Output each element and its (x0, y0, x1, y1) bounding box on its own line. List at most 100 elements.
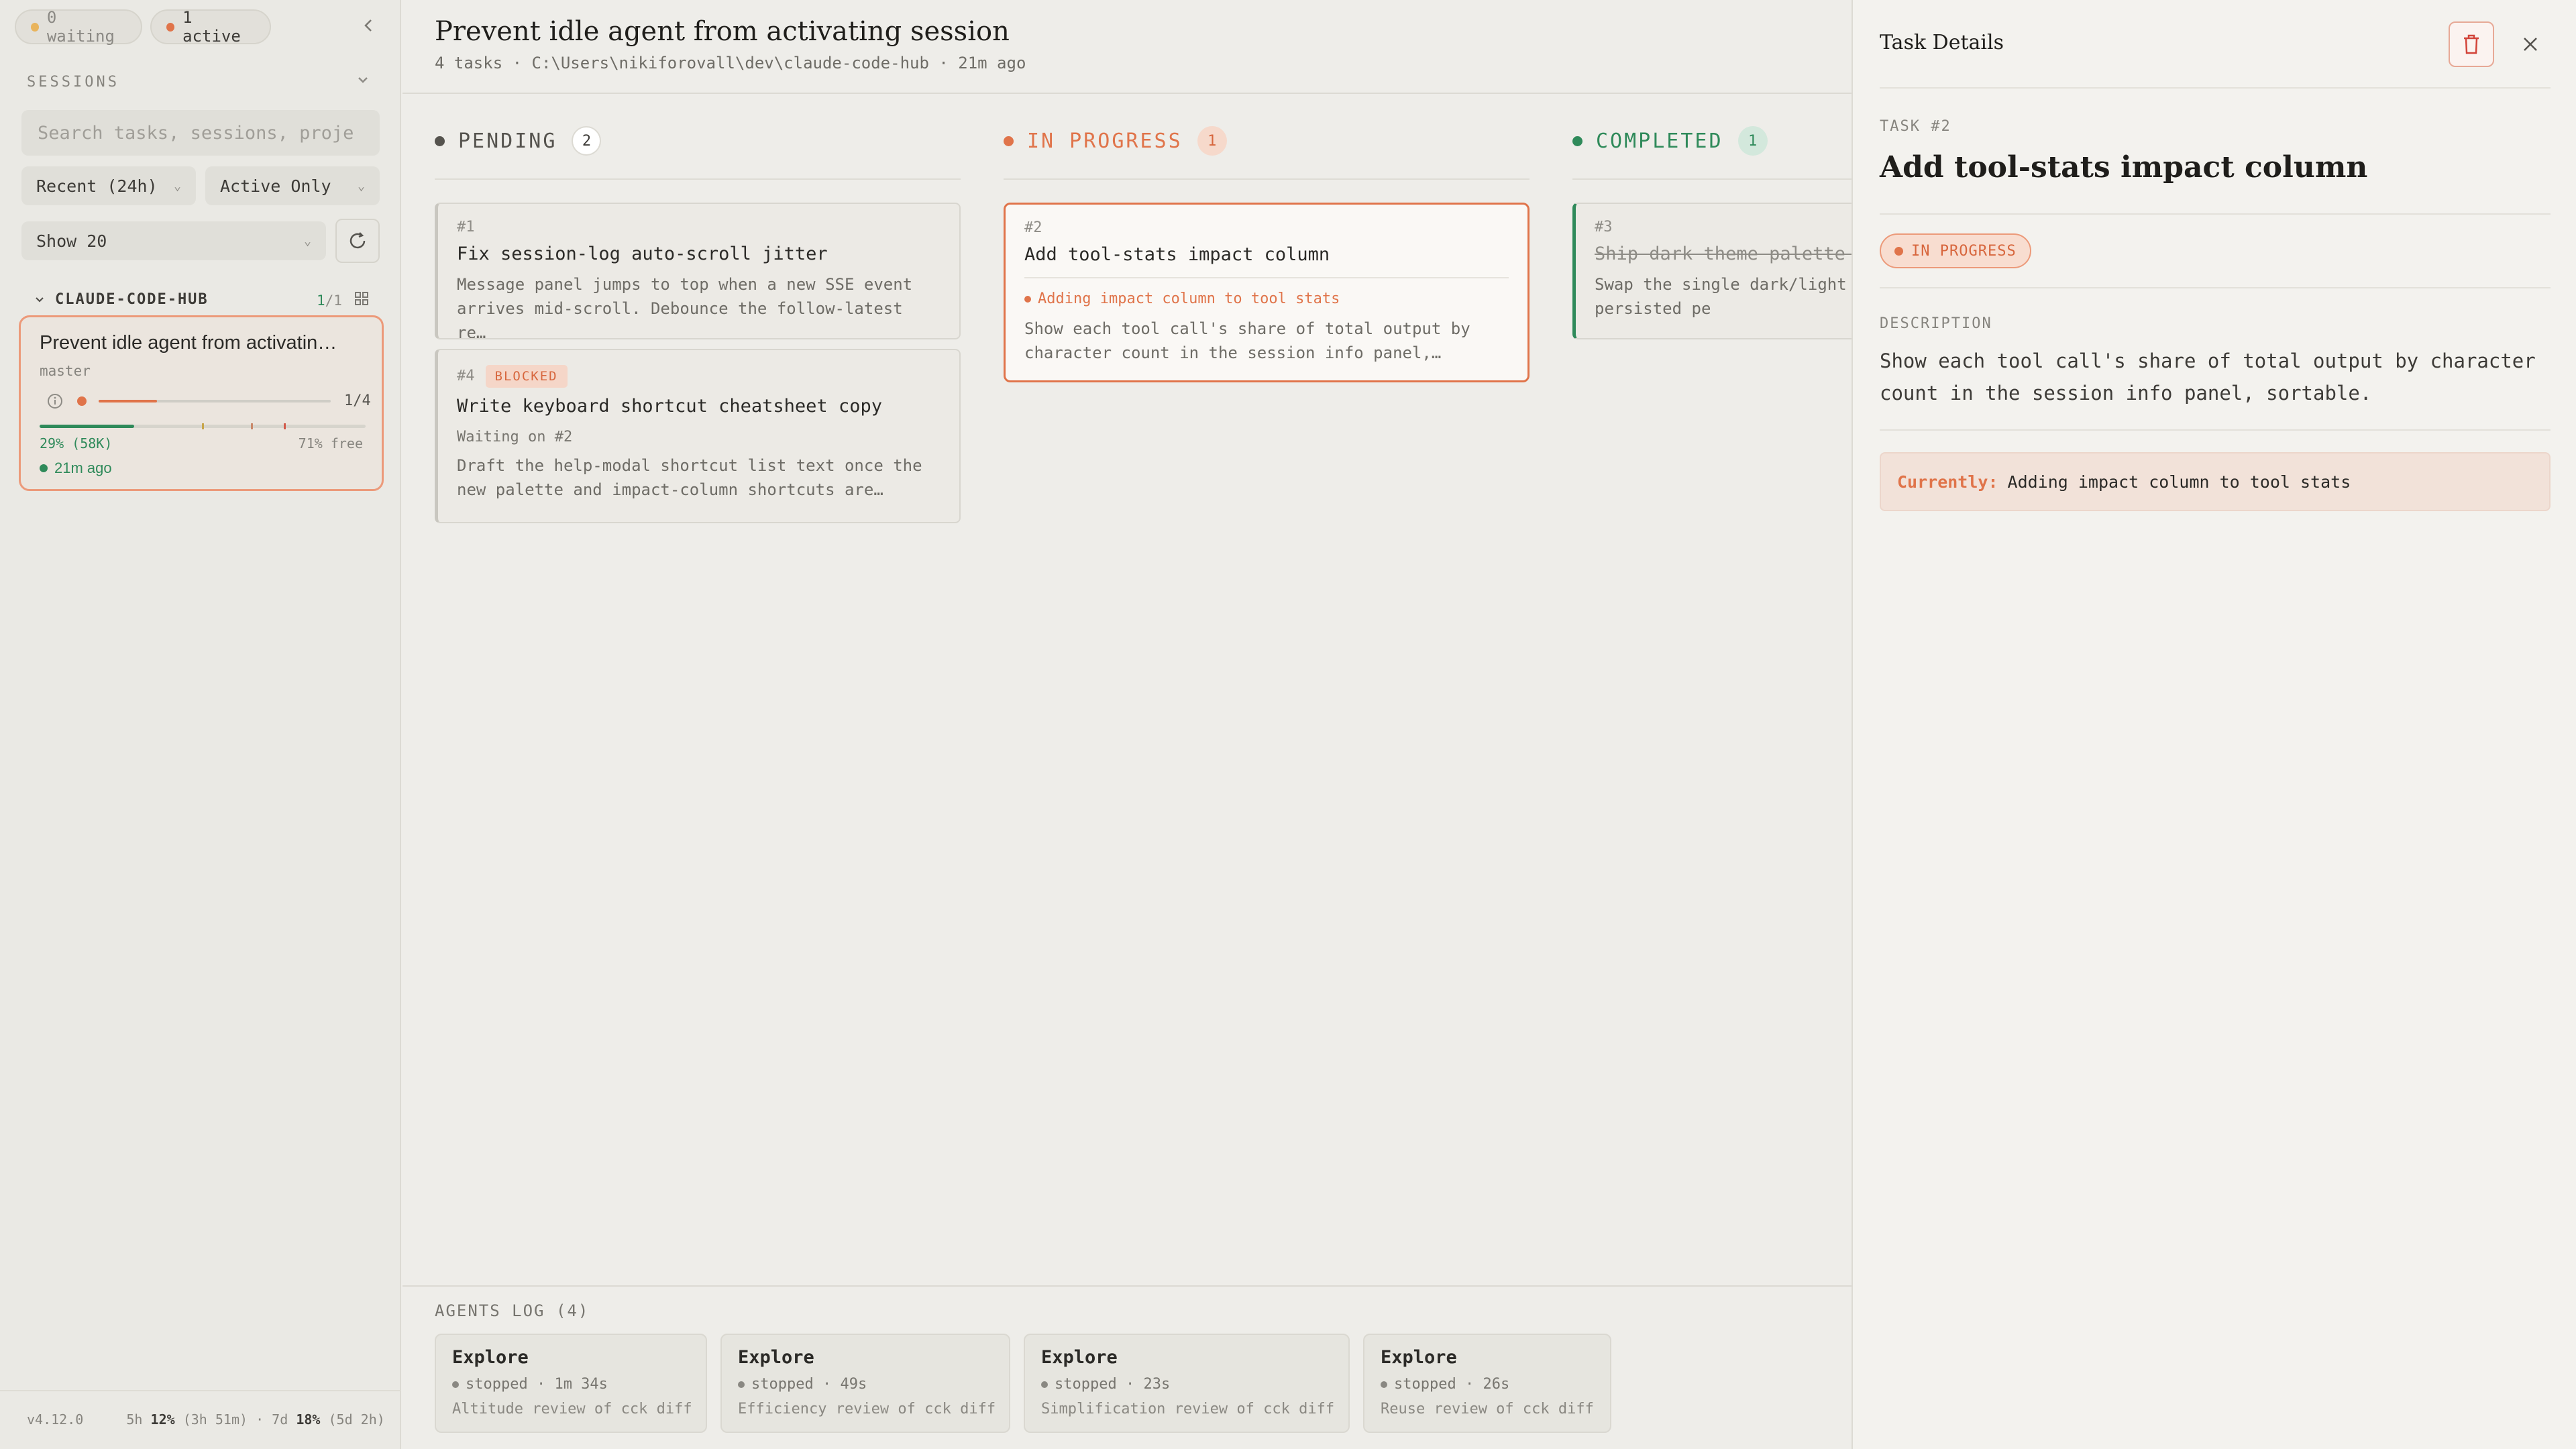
waiting-dot-icon (31, 22, 39, 32)
agent-state-text: stopped · 23s (1055, 1376, 1171, 1393)
agent-state: stopped · 1m 34s (452, 1376, 690, 1393)
task-number: #4 (457, 368, 475, 384)
agent-card[interactable]: Explore stopped · 49s Efficiency review … (720, 1334, 1010, 1433)
delete-task-button[interactable] (2449, 21, 2494, 67)
activity-dot-icon (1024, 295, 1031, 303)
task-description: Draft the help-modal shortcut list text … (457, 456, 922, 499)
task-card[interactable]: #1 Fix session-log auto-scroll jitter Me… (435, 203, 961, 339)
close-panel-button[interactable] (2517, 31, 2544, 58)
task-activity-text: Adding impact column to tool stats (1038, 290, 1340, 307)
agent-state: stopped · 26s (1381, 1376, 1594, 1393)
grid-view-button[interactable] (354, 291, 369, 309)
column-header-pending: PENDING 2 (435, 126, 602, 156)
agent-state: stopped · 23s (1041, 1376, 1332, 1393)
usage-5h-reset: (3h 51m) (182, 1411, 248, 1428)
activity-filter-value: Active Only (220, 176, 331, 196)
column-header-in-progress: IN PROGRESS 1 (1004, 126, 1227, 156)
details-heading: Task Details (1880, 31, 2004, 54)
task-card[interactable]: #4 BLOCKED Write keyboard shortcut cheats… (435, 349, 961, 523)
page-header: Prevent idle agent from activating sessi… (402, 0, 1851, 94)
waiting-count: 0 waiting (46, 8, 115, 46)
stopped-dot-icon (1041, 1381, 1048, 1388)
details-divider (1880, 287, 2551, 288)
stopped-dot-icon (1381, 1381, 1387, 1388)
search-input[interactable]: Search tasks, sessions, proje (21, 110, 380, 156)
agent-card[interactable]: Explore stopped · 1m 34s Altitude review… (435, 1334, 707, 1433)
stopped-dot-icon (738, 1381, 745, 1388)
agent-name: Explore (1381, 1347, 1457, 1368)
currently-value: Adding impact column to tool stats (2007, 472, 2351, 492)
agent-state-text: stopped · 49s (751, 1376, 867, 1393)
agent-state-text: stopped · 26s (1394, 1376, 1510, 1393)
agent-task: Reuse review of cck diff (1381, 1401, 1594, 1417)
show-count-select[interactable]: Show 20 ⌄ (21, 221, 326, 260)
task-title: Fix session-log auto-scroll jitter (457, 244, 828, 264)
pending-dot-icon (435, 136, 445, 146)
grid-icon (355, 292, 368, 305)
context-usage-fill (40, 425, 134, 428)
agent-name: Explore (738, 1347, 814, 1368)
task-title: Add tool-stats impact column (1024, 244, 1330, 265)
task-label: TASK #2 (1880, 118, 1951, 135)
agent-card[interactable]: Explore stopped · 26s Reuse review of cc… (1363, 1334, 1611, 1433)
task-description-full: Show each tool call's share of total out… (1880, 350, 2536, 405)
task-number: #1 (457, 219, 475, 235)
agents-log-label: AGENTS LOG (4) (435, 1301, 590, 1320)
details-divider (1880, 87, 2551, 89)
refresh-button[interactable] (335, 219, 380, 263)
app-version: v4.12.0 (27, 1411, 84, 1428)
close-icon (2524, 38, 2537, 51)
project-session-count: 1/1 (317, 292, 342, 309)
active-count: 1 active (182, 8, 241, 46)
task-detail-title: Add tool-stats impact column (1880, 150, 2368, 184)
card-divider (1024, 277, 1509, 278)
sessions-label: SESSIONS (27, 74, 119, 91)
show-count-value: Show 20 (36, 231, 107, 251)
completed-dot-icon (1572, 136, 1582, 146)
task-card-active[interactable]: #2 Add tool-stats impact column Adding i… (1004, 203, 1529, 382)
details-divider (1880, 213, 2551, 215)
context-marker (202, 423, 204, 429)
column-count: 1 (1737, 126, 1768, 156)
activity-filter-select[interactable]: Active Only ⌄ (205, 166, 380, 205)
column-label: IN PROGRESS (1027, 129, 1183, 153)
session-time: 21m ago (40, 460, 112, 477)
chevron-down-icon: ⌄ (304, 233, 311, 248)
session-active-dot (40, 464, 48, 472)
agents-log: AGENTS LOG (4) Explore stopped · 1m 34s … (402, 1285, 1851, 1449)
context-marker (284, 423, 286, 429)
agent-name: Explore (452, 1347, 529, 1368)
status-badge-text: IN PROGRESS (1911, 242, 2017, 260)
active-status-pill[interactable]: 1 active (150, 8, 271, 46)
session-card[interactable]: Prevent idle agent from activatin… maste… (19, 315, 384, 491)
active-dot-icon (166, 22, 175, 32)
task-progress-label: 1/4 (344, 392, 371, 409)
usage-7d-label: 7d (272, 1411, 288, 1428)
project-group-header[interactable]: CLAUDE-CODE-HUB (34, 291, 209, 308)
task-title: Write keyboard shortcut cheatsheet copy (457, 396, 882, 417)
waiting-status-pill[interactable]: 0 waiting (15, 8, 142, 46)
context-usage-track (40, 423, 366, 429)
collapse-sidebar-button[interactable] (357, 13, 381, 38)
task-progress-fill (99, 400, 157, 402)
column-divider (435, 178, 961, 180)
time-range-select[interactable]: Recent (24h) ⌄ (21, 166, 196, 205)
context-free-label: 71% free (298, 435, 363, 451)
usage-5h-label: 5h (126, 1411, 143, 1428)
usage-7d-reset: (5d 2h) (328, 1411, 385, 1428)
agent-task: Simplification review of cck diff (1041, 1401, 1335, 1417)
task-details-panel: Task Details TASK #2 Add tool-stats impa… (1851, 0, 2576, 1449)
task-waiting-on: Waiting on #2 (457, 429, 573, 445)
currently-label: Currently: (1897, 472, 1998, 492)
task-progress-track (99, 400, 331, 402)
task-description: Show each tool call's share of total out… (1024, 319, 1470, 362)
context-marker (251, 423, 253, 429)
description-label: DESCRIPTION (1880, 315, 1992, 332)
sidebar-footer: v4.12.0 5h 12% (3h 51m) · 7d 18% (5d 2h) (27, 1411, 385, 1428)
currently-box: Currently: Adding impact column to tool … (1880, 452, 2551, 511)
usage-7d-percent: 18% (296, 1411, 321, 1428)
agent-card[interactable]: Explore stopped · 23s Simplification rev… (1024, 1334, 1350, 1433)
refresh-icon (350, 232, 366, 249)
sessions-collapse-button[interactable] (356, 72, 370, 90)
info-icon[interactable] (46, 392, 64, 413)
